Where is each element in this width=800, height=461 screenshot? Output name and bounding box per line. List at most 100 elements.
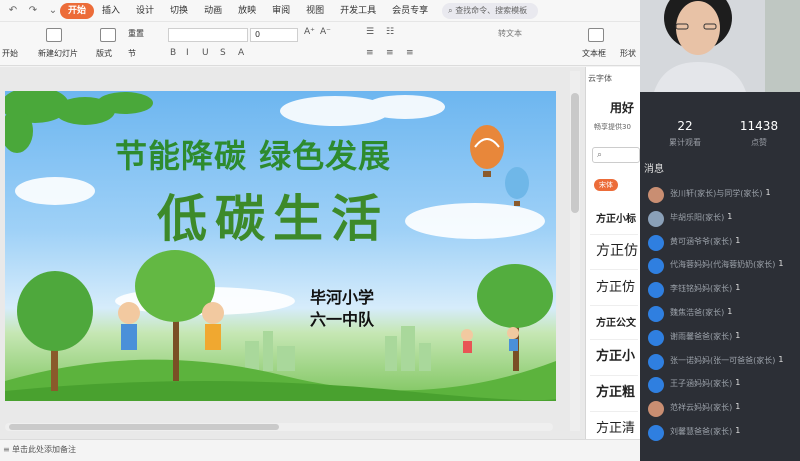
divider xyxy=(590,269,638,270)
shrink-font-icon[interactable]: A⁻ xyxy=(320,27,331,37)
message-item[interactable]: 谢雨馨爸爸(家长) 1 xyxy=(648,329,800,347)
shape-button[interactable]: 形状 xyxy=(620,48,636,59)
font-family-select[interactable] xyxy=(168,28,248,42)
grow-font-icon[interactable]: A⁺ xyxy=(304,27,315,37)
reset-button[interactable]: 重置 xyxy=(128,28,144,39)
layout-icon[interactable] xyxy=(100,28,116,42)
font-category-tag[interactable]: 宋体 xyxy=(594,179,618,191)
message-item[interactable]: 王子涵妈妈(家长) 1 xyxy=(648,376,800,394)
font-item[interactable]: 方正粗 xyxy=(596,381,635,400)
message-sender: 代海蓉妈妈(代海蓉奶奶(家长) xyxy=(670,260,776,270)
messages-header: 消息 xyxy=(644,164,664,175)
slide-canvas[interactable]: 节能降碳 绿色发展 低碳生活 毕河小学 六一中队 xyxy=(5,91,556,401)
font-item[interactable]: 方正小 xyxy=(596,345,635,364)
command-search-input[interactable]: ⌕ 查找命令、搜索模板 xyxy=(442,2,539,19)
font-item[interactable]: 方正仿 xyxy=(596,240,638,260)
font-panel-subtitle: 畅享提供30 xyxy=(594,123,631,131)
italic-icon[interactable]: I xyxy=(186,48,189,58)
font-item[interactable]: 方正仿 xyxy=(596,276,635,295)
start-button[interactable]: 开始 xyxy=(2,48,18,59)
message-sender: 王子涵妈妈(家长) xyxy=(670,379,733,389)
tab-review[interactable]: 审阅 xyxy=(264,3,298,19)
message-sender: 李钰铭妈妈(家长) xyxy=(670,284,733,294)
section-button[interactable]: 节 xyxy=(128,48,136,59)
message-count: 1 xyxy=(735,378,741,388)
ribbon-toolbar: 开始 新建幻灯片 版式 重置 节 0 A⁺ A⁻ B I U S A ☰ ☷ ≡… xyxy=(0,22,640,66)
tab-developer[interactable]: 开发工具 xyxy=(332,3,384,19)
font-search-input[interactable]: ⌕ xyxy=(592,147,640,163)
tab-transition[interactable]: 切换 xyxy=(162,3,196,19)
avatar xyxy=(648,234,664,251)
message-sender: 黄可涵爷爷(家长) xyxy=(670,236,733,246)
slide-main-title[interactable]: 低碳生活 xyxy=(157,179,457,251)
avatar xyxy=(648,353,664,370)
notes-bar[interactable]: ≡ 单击此处添加备注 xyxy=(0,439,640,461)
font-item[interactable]: 方正小标 xyxy=(596,210,636,225)
slide-school-name[interactable]: 毕河小学 xyxy=(310,284,374,308)
font-item[interactable]: 方正清 xyxy=(596,417,635,436)
message-item[interactable]: 魏焦浩爸(家长) 1 xyxy=(648,305,800,323)
message-item[interactable]: 代海蓉妈妈(代海蓉奶奶(家长) 1 xyxy=(648,257,800,275)
font-item[interactable]: 方正公文 xyxy=(596,314,636,329)
ribbon-tab-bar: ↶ ↷ ⌄ 开始 插入 设计 切换 动画 放映 审阅 视图 开发工具 会员专享 … xyxy=(0,0,640,22)
live-stats: 22 累计观看 11438 点赞 xyxy=(640,112,800,154)
avatar xyxy=(648,306,664,322)
tab-insert[interactable]: 插入 xyxy=(94,3,128,19)
align-left-icon[interactable]: ≡ xyxy=(366,48,374,58)
slide-team-name[interactable]: 六一中队 xyxy=(310,306,374,330)
bullets-icon[interactable]: ☰ xyxy=(366,27,374,37)
layout-button[interactable]: 版式 xyxy=(96,48,112,59)
vertical-scrollbar[interactable] xyxy=(570,71,580,431)
notes-placeholder[interactable]: 单击此处添加备注 xyxy=(12,440,76,460)
tab-animation[interactable]: 动画 xyxy=(196,3,230,19)
align-center-icon[interactable]: ≡ xyxy=(386,48,394,58)
text-box-button[interactable]: 文本框 xyxy=(582,48,606,59)
font-size-input[interactable]: 0 xyxy=(250,28,298,42)
numbering-icon[interactable]: ☷ xyxy=(386,27,394,37)
message-count: 1 xyxy=(735,283,741,293)
tab-member[interactable]: 会员专享 xyxy=(384,3,436,19)
notes-icon: ≡ xyxy=(3,445,10,454)
avatar xyxy=(648,210,664,227)
new-slide-icon[interactable] xyxy=(46,28,62,42)
message-item[interactable]: 毕胡乐阳(家长) 1 xyxy=(648,210,800,228)
app-window: ↶ ↷ ⌄ 开始 插入 设计 切换 动画 放映 审阅 视图 开发工具 会员专享 … xyxy=(0,0,800,461)
avatar xyxy=(648,401,664,418)
quick-menu-icon[interactable]: ⌄ xyxy=(46,4,60,18)
like-count-label: 点赞 xyxy=(751,138,767,147)
watch-count-label: 累计观看 xyxy=(669,138,701,147)
tab-design[interactable]: 设计 xyxy=(128,3,162,19)
tab-slideshow[interactable]: 放映 xyxy=(230,3,264,19)
bold-icon[interactable]: B xyxy=(170,48,176,58)
message-item[interactable]: 张一诺妈妈(张一可爸爸(家长) 1 xyxy=(648,353,800,371)
undo-icon[interactable]: ↶ xyxy=(6,4,20,18)
strikethrough-icon[interactable]: S xyxy=(220,48,226,58)
message-item[interactable]: 张川轩(家长)与同学(家长) 1 xyxy=(648,186,800,204)
tab-start[interactable]: 开始 xyxy=(60,2,95,19)
font-color-icon[interactable]: A xyxy=(238,48,244,58)
text-box-icon[interactable] xyxy=(588,28,604,42)
tab-view[interactable]: 视图 xyxy=(298,3,332,19)
underline-icon[interactable]: U xyxy=(202,48,209,58)
message-count: 1 xyxy=(735,402,741,412)
message-item[interactable]: 范祥云妈妈(家长) 1 xyxy=(648,400,800,418)
horizontal-scroll-thumb[interactable] xyxy=(9,424,279,430)
message-count: 1 xyxy=(778,259,784,269)
webcam-video xyxy=(640,0,800,92)
message-item[interactable]: 黄可涵爷爷(家长) 1 xyxy=(648,234,800,252)
like-count: 11438 xyxy=(739,119,779,133)
vertical-scroll-thumb[interactable] xyxy=(571,93,579,213)
message-item[interactable]: 李钰铭妈妈(家长) 1 xyxy=(648,281,800,299)
redo-icon[interactable]: ↷ xyxy=(26,4,40,18)
new-slide-button[interactable]: 新建幻灯片 xyxy=(38,48,78,59)
font-panel-header[interactable]: 云字体 xyxy=(588,73,612,84)
align-right-icon[interactable]: ≡ xyxy=(406,48,414,58)
slide-title[interactable]: 节能降碳 绿色发展 xyxy=(115,131,445,177)
message-sender: 刘馨慧爸爸(家长) xyxy=(670,427,733,436)
message-sender: 魏焦浩爸(家长) xyxy=(670,308,725,317)
message-item[interactable]: 刘馨慧爸爸(家长) 1 xyxy=(648,424,800,442)
watch-count: 22 xyxy=(677,119,693,133)
convert-text-button[interactable]: 转文本 xyxy=(498,28,522,39)
horizontal-scrollbar[interactable] xyxy=(5,423,553,431)
divider xyxy=(590,375,638,376)
